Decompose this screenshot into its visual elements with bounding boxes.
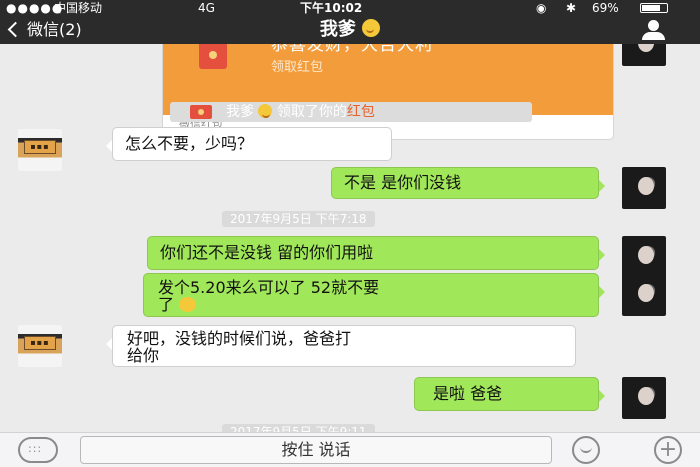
message-bubble-sent[interactable]: 你们还不是没钱 留的你们用啦 bbox=[147, 236, 605, 270]
nav-bar: 微信(2) 我爹 bbox=[0, 16, 700, 44]
message-bubble-sent[interactable]: 不是 是你们没钱 bbox=[331, 167, 605, 199]
smiley-icon bbox=[580, 445, 592, 453]
hold-to-talk-button[interactable]: 按住 说话 bbox=[80, 436, 552, 464]
message-line: 给你 bbox=[127, 346, 160, 365]
notice-text: 领取了你的 bbox=[276, 104, 347, 120]
chat-area[interactable]: 恭喜发财，大吉大利 领取红包 微信红包 我爹 领取了你的红包 ▪▪▪ 怎么不要，… bbox=[0, 44, 700, 432]
more-button[interactable]: + bbox=[654, 436, 682, 464]
keyboard-toggle-button[interactable]: ::: bbox=[18, 437, 58, 463]
timestamp: 2017年9月5日 下午7:18 bbox=[222, 211, 375, 227]
grin-emoji-icon bbox=[258, 104, 273, 118]
input-bar: ::: 按住 说话 + bbox=[0, 432, 700, 467]
bluetooth-icon: ✱ bbox=[566, 1, 577, 15]
grin-emoji-icon bbox=[362, 19, 381, 37]
message-bubble-sent[interactable]: 是啦 爸爸 bbox=[414, 377, 605, 411]
red-packet-card[interactable]: 恭喜发财，大吉大利 领取红包 微信红包 bbox=[162, 44, 614, 140]
my-avatar[interactable] bbox=[622, 274, 666, 316]
dad-avatar[interactable]: ▪▪▪ bbox=[18, 129, 62, 171]
page-title: 我爹 bbox=[0, 18, 700, 42]
dad-avatar[interactable]: ▪▪▪ bbox=[18, 325, 62, 367]
person-icon bbox=[648, 20, 659, 31]
network-text: 4G bbox=[198, 1, 215, 15]
emoji-button[interactable] bbox=[572, 436, 600, 464]
timestamp: 2017年9月5日 下午9:11 bbox=[222, 424, 375, 432]
battery-percent: 69% bbox=[592, 1, 619, 15]
my-avatar[interactable] bbox=[622, 236, 666, 278]
notice-name: 我爹 bbox=[226, 104, 254, 120]
title-text: 我爹 bbox=[319, 19, 356, 40]
keyboard-icon: ::: bbox=[28, 442, 43, 455]
message-bubble-received[interactable]: 怎么不要，少吗？ bbox=[106, 127, 392, 161]
system-notice: 我爹 领取了你的红包 bbox=[170, 102, 532, 122]
plus-icon: + bbox=[658, 437, 678, 462]
laugh-cry-emoji-icon bbox=[179, 297, 197, 312]
message-line: 好吧，没钱的时候们说，爸爸打 bbox=[127, 329, 352, 348]
red-packet-envelope-icon bbox=[199, 44, 227, 69]
status-bar: ●●●●● 中国移动 4G 下午10:02 ◉ ✱ 69% bbox=[0, 0, 700, 16]
contact-profile-button[interactable] bbox=[636, 18, 672, 42]
message-line: 发个5.20来么可以了 52就不要 bbox=[158, 278, 380, 297]
hold-to-talk-label: 按住 说话 bbox=[281, 440, 351, 459]
my-avatar[interactable] bbox=[622, 44, 666, 66]
message-line: 了 bbox=[158, 295, 175, 314]
small-red-packet-icon bbox=[190, 105, 212, 119]
battery-icon bbox=[640, 3, 668, 13]
notice-link[interactable]: 红包 bbox=[347, 104, 375, 120]
message-bubble-sent[interactable]: 发个5.20来么可以了 52就不要 了 bbox=[143, 273, 605, 317]
my-avatar[interactable] bbox=[622, 377, 666, 419]
shop-sign-icon: ▪▪▪ bbox=[24, 140, 56, 154]
my-avatar[interactable] bbox=[622, 167, 666, 209]
message-bubble-received[interactable]: 好吧，没钱的时候们说，爸爸打 给你 bbox=[106, 325, 576, 367]
carrier-text: 中国移动 bbox=[54, 1, 103, 15]
red-packet-action: 领取红包 bbox=[271, 60, 324, 75]
shop-sign-icon: ▪▪▪ bbox=[24, 336, 56, 350]
status-time: 下午10:02 bbox=[300, 1, 363, 15]
lock-rotation-icon: ◉ bbox=[536, 1, 547, 15]
red-packet-title: 恭喜发财，大吉大利 bbox=[271, 44, 433, 55]
